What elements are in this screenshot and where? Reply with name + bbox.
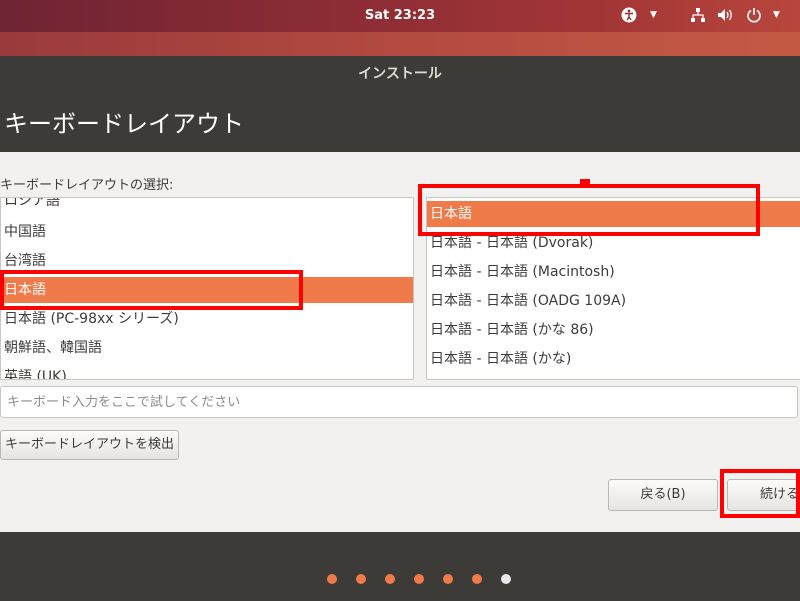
highlight-box bbox=[720, 469, 800, 518]
progress-indicator bbox=[0, 574, 800, 586]
highlight-box bbox=[0, 270, 303, 310]
volume-icon[interactable] bbox=[717, 7, 735, 27]
progress-dot bbox=[472, 574, 482, 584]
keyboard-test-input[interactable] bbox=[0, 386, 798, 418]
chevron-down-icon[interactable]: ▼ bbox=[773, 7, 780, 23]
list-item[interactable]: 朝鮮語、韓国語 bbox=[1, 335, 413, 361]
list-item[interactable]: 中国語 bbox=[1, 219, 413, 245]
list-item[interactable]: 日本語 - 日本語 (かな 86) bbox=[427, 317, 800, 343]
list-item[interactable]: 日本語 - 日本語 (かな) bbox=[427, 346, 800, 372]
progress-dot bbox=[501, 574, 511, 584]
list-item[interactable]: 英語 (UK) bbox=[1, 364, 413, 379]
clock[interactable]: Sat 23:23 bbox=[0, 8, 800, 23]
power-icon[interactable] bbox=[746, 7, 762, 27]
layout-prompt-label: キーボードレイアウトの選択: bbox=[0, 178, 174, 193]
detect-layout-button[interactable]: キーボードレイアウトを検出 bbox=[0, 430, 179, 460]
highlight-marker bbox=[580, 179, 590, 188]
network-icon[interactable] bbox=[690, 7, 706, 27]
progress-dot bbox=[414, 574, 424, 584]
progress-dot bbox=[356, 574, 366, 584]
list-item[interactable]: ロシア語 bbox=[1, 198, 413, 214]
top-panel: Sat 23:23 ▼ ▼ bbox=[0, 0, 800, 32]
accessibility-icon[interactable] bbox=[621, 7, 637, 27]
back-button[interactable]: 戻る(B) bbox=[608, 479, 718, 511]
list-item[interactable]: 日本語 - 日本語 (OADG 109A) bbox=[427, 288, 800, 314]
highlight-box bbox=[418, 184, 760, 236]
list-item[interactable]: 日本語 - 日本語 (Macintosh) bbox=[427, 259, 800, 285]
progress-dot bbox=[385, 574, 395, 584]
desktop-background bbox=[0, 32, 800, 56]
window-title: インストール bbox=[358, 66, 442, 82]
page-title: キーボードレイアウト bbox=[4, 110, 244, 138]
chevron-down-icon[interactable]: ▼ bbox=[650, 7, 657, 23]
progress-dot bbox=[327, 574, 337, 584]
progress-dot bbox=[443, 574, 453, 584]
